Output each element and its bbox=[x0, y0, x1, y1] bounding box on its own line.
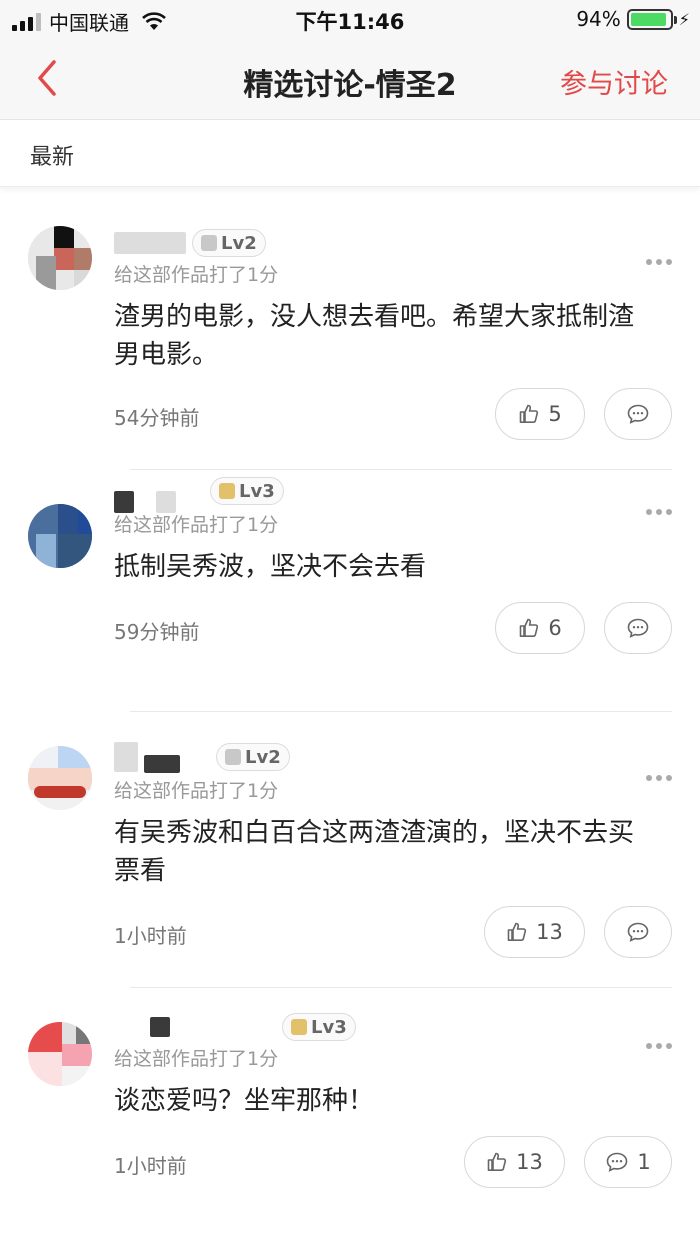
post-time: 1小时前 bbox=[114, 924, 187, 948]
post-content: 谈恋爱吗？坐牢那种！ bbox=[114, 1086, 375, 1116]
level-cube-icon bbox=[219, 483, 235, 499]
rating-text: 给这部作品打了1分 bbox=[114, 780, 279, 802]
status-bar: 中国联通 下午11:46 94% ⚡ bbox=[0, 0, 700, 40]
comment-icon bbox=[627, 922, 649, 942]
avatar[interactable] bbox=[28, 226, 92, 290]
avatar[interactable] bbox=[28, 746, 92, 810]
sort-latest-tab[interactable]: 最新 bbox=[30, 139, 74, 171]
nav-bar: 精选讨论-情圣2 参与讨论 bbox=[0, 40, 700, 120]
more-options-icon[interactable] bbox=[642, 762, 672, 787]
comment-icon bbox=[607, 1152, 628, 1172]
comment-button[interactable] bbox=[604, 602, 672, 654]
username-row: Lv3 bbox=[114, 1012, 356, 1042]
level-cube-icon bbox=[201, 235, 217, 251]
like-button[interactable]: 6 bbox=[495, 602, 585, 654]
level-badge: Lv2 bbox=[192, 229, 266, 257]
comment-icon bbox=[627, 618, 649, 638]
level-cube-icon bbox=[291, 1019, 307, 1035]
level-badge: Lv2 bbox=[216, 743, 290, 771]
like-button[interactable]: 5 bbox=[495, 388, 585, 440]
comment-button[interactable]: 1 bbox=[584, 1136, 672, 1188]
post-content: 渣男的电影，没人想去看吧。希望大家抵制渣男电影。 bbox=[114, 302, 635, 370]
username-row: Lv2 bbox=[114, 228, 266, 258]
join-discussion-button[interactable]: 参与讨论 bbox=[560, 62, 668, 101]
rating-text: 给这部作品打了1分 bbox=[114, 514, 279, 536]
post-time: 1小时前 bbox=[114, 1154, 187, 1178]
like-count: 13 bbox=[516, 1150, 543, 1174]
comment-button[interactable] bbox=[604, 906, 672, 958]
like-button[interactable]: 13 bbox=[484, 906, 585, 958]
post-item: Lv3 给这部作品打了1分 谈恋爱吗？坐牢那种！ 1小时前 13 1 bbox=[0, 988, 700, 1245]
status-right: 94% ⚡ bbox=[576, 7, 690, 31]
battery-icon bbox=[626, 8, 677, 30]
thumbs-up-icon bbox=[507, 922, 527, 941]
post-time: 59分钟前 bbox=[114, 620, 200, 644]
thumbs-up-icon bbox=[520, 618, 539, 637]
level-badge: Lv3 bbox=[210, 477, 284, 505]
more-options-icon[interactable] bbox=[642, 1030, 672, 1055]
post-item: Lv3 给这部作品打了1分 抵制吴秀波，坚决不会去看 59分钟前 6 bbox=[0, 470, 700, 712]
like-count: 5 bbox=[548, 402, 562, 426]
post-item: Lv2 给这部作品打了1分 有吴秀波和白百合这两渣渣演的，坚决不去买票看 1小时… bbox=[0, 712, 700, 988]
more-options-icon[interactable] bbox=[642, 496, 672, 521]
comment-button[interactable] bbox=[604, 388, 672, 440]
discussion-list: Lv2 给这部作品打了1分 渣男的电影，没人想去看吧。希望大家抵制渣男电影。 5… bbox=[0, 196, 700, 1245]
username-redacted[interactable] bbox=[114, 742, 138, 772]
username-redacted[interactable] bbox=[150, 1017, 170, 1037]
like-count: 13 bbox=[536, 920, 563, 944]
charging-icon: ⚡ bbox=[678, 9, 690, 29]
comment-icon bbox=[627, 404, 649, 424]
post-item: Lv2 给这部作品打了1分 渣男的电影，没人想去看吧。希望大家抵制渣男电影。 5… bbox=[0, 196, 700, 470]
like-button[interactable]: 13 bbox=[464, 1136, 565, 1188]
avatar[interactable] bbox=[28, 1022, 92, 1086]
username-redacted[interactable] bbox=[114, 232, 186, 254]
comment-count: 1 bbox=[637, 1150, 651, 1174]
rating-text: 给这部作品打了1分 bbox=[114, 1048, 279, 1070]
sort-bar: 最新 bbox=[0, 121, 700, 187]
post-time: 54分钟前 bbox=[114, 406, 200, 430]
level-cube-icon bbox=[225, 749, 241, 765]
username-row: Lv2 bbox=[114, 742, 290, 773]
rating-text: 给这部作品打了1分 bbox=[114, 264, 279, 286]
like-count: 6 bbox=[548, 616, 562, 640]
thumbs-up-icon bbox=[520, 404, 539, 423]
thumbs-up-icon bbox=[487, 1152, 507, 1171]
username-row: Lv3 bbox=[114, 476, 284, 513]
avatar[interactable] bbox=[28, 504, 92, 568]
battery-percent: 94% bbox=[576, 7, 621, 31]
post-content: 有吴秀波和白百合这两渣渣演的，坚决不去买票看 bbox=[114, 818, 635, 886]
more-options-icon[interactable] bbox=[642, 246, 672, 271]
level-badge: Lv3 bbox=[282, 1013, 356, 1041]
post-content: 抵制吴秀波，坚决不会去看 bbox=[114, 552, 427, 582]
